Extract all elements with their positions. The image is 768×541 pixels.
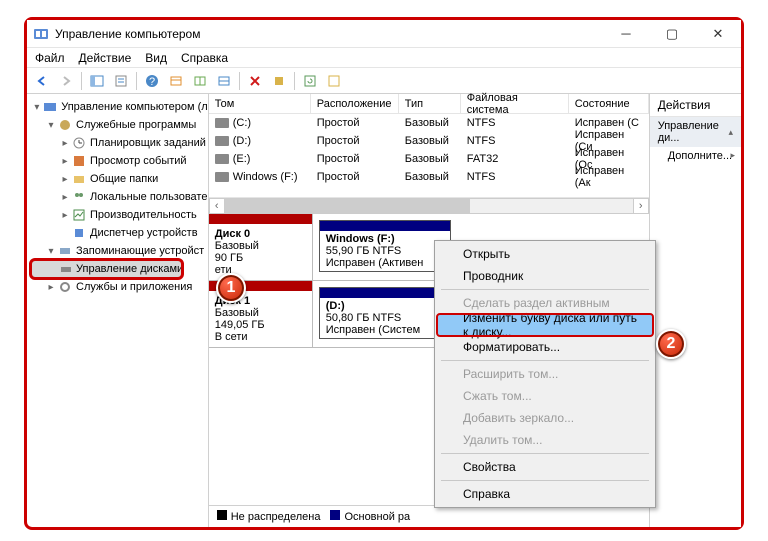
legend-unallocated: Не распределена <box>217 510 321 523</box>
tree-shared-folders[interactable]: ▸Общие папки <box>31 170 208 188</box>
column-layout[interactable]: Расположение <box>311 94 399 113</box>
tree-event-viewer[interactable]: ▸Просмотр событий <box>31 152 208 170</box>
services-icon <box>57 279 73 295</box>
action-button[interactable] <box>268 70 290 92</box>
window-title: Управление компьютером <box>55 27 603 41</box>
annotation-badge-1: 1 <box>216 273 246 303</box>
event-icon <box>71 153 87 169</box>
ctx-extend: Расширить том... <box>437 363 653 385</box>
toolbar: ? <box>27 68 741 94</box>
scroll-thumb[interactable] <box>225 199 470 213</box>
menu-file[interactable]: Файл <box>35 51 65 65</box>
computer-icon <box>43 99 59 115</box>
horizontal-scrollbar[interactable]: ‹ › <box>209 197 649 213</box>
titlebar: Управление компьютером ─ ▢ ✕ <box>27 20 741 48</box>
actions-selection[interactable]: Управление ди... <box>650 117 741 147</box>
properties-button[interactable] <box>110 70 132 92</box>
view-details-button[interactable] <box>189 70 211 92</box>
app-icon <box>33 26 49 42</box>
ctx-change-drive-letter[interactable]: Изменить букву диска или путь к диску... <box>437 314 653 336</box>
context-menu: Открыть Проводник Сделать раздел активны… <box>434 240 656 508</box>
svg-text:?: ? <box>149 76 155 88</box>
tree-local-users[interactable]: ▸Локальные пользовате <box>31 188 208 206</box>
tools-icon <box>57 117 73 133</box>
column-filesystem[interactable]: Файловая система <box>461 94 569 113</box>
menu-action[interactable]: Действие <box>79 51 132 65</box>
ctx-properties[interactable]: Свойства <box>437 456 653 478</box>
maximize-button[interactable]: ▢ <box>649 20 695 48</box>
forward-button[interactable] <box>55 70 77 92</box>
back-button[interactable] <box>31 70 53 92</box>
volume-icon <box>215 136 229 146</box>
tree-system-tools[interactable]: ▾Служебные программы <box>31 116 208 134</box>
actions-header: Действия <box>650 94 741 117</box>
volume-list-header: Том Расположение Тип Файловая система Со… <box>209 94 649 114</box>
menu-view[interactable]: Вид <box>145 51 167 65</box>
tree-task-scheduler[interactable]: ▸Планировщик заданий <box>31 134 208 152</box>
disk-info[interactable]: Диск 0Базовый90 ГБети <box>209 214 313 280</box>
volume-icon <box>215 172 229 182</box>
volume-icon <box>215 118 229 128</box>
legend-primary: Основной ра <box>330 510 410 523</box>
storage-icon <box>57 243 73 259</box>
ctx-shrink: Сжать том... <box>437 385 653 407</box>
partition[interactable]: (D:)50,80 ГБ NTFSИсправен (Систем <box>319 287 451 339</box>
volume-row[interactable]: Windows (F:)ПростойБазовыйNTFSИсправен (… <box>209 168 649 186</box>
users-icon <box>71 189 87 205</box>
volume-icon <box>215 154 229 164</box>
close-button[interactable]: ✕ <box>695 20 741 48</box>
device-icon <box>71 225 87 241</box>
folder-icon <box>71 171 87 187</box>
partition[interactable]: Windows (F:)55,90 ГБ NTFSИсправен (Актив… <box>319 220 451 272</box>
refresh-button[interactable] <box>299 70 321 92</box>
menu-help[interactable]: Справка <box>181 51 228 65</box>
tree-device-manager[interactable]: Диспетчер устройств <box>31 224 208 242</box>
rescan-button[interactable] <box>323 70 345 92</box>
column-volume[interactable]: Том <box>209 94 311 113</box>
annotation-badge-2: 2 <box>656 329 686 359</box>
scroll-track[interactable] <box>225 198 633 214</box>
tree-services[interactable]: ▸Службы и приложения <box>31 278 208 296</box>
actions-more[interactable]: Дополните... <box>650 147 741 165</box>
minimize-button[interactable]: ─ <box>603 20 649 48</box>
tree-root[interactable]: ▾Управление компьютером (л <box>31 98 208 116</box>
clock-icon <box>71 135 87 151</box>
perf-icon <box>71 207 87 223</box>
ctx-explorer[interactable]: Проводник <box>437 265 653 287</box>
tree-performance[interactable]: ▸Производительность <box>31 206 208 224</box>
disk-icon <box>59 261 73 277</box>
ctx-delete: Удалить том... <box>437 429 653 451</box>
menu-bar: Файл Действие Вид Справка <box>27 48 741 68</box>
ctx-format[interactable]: Форматировать... <box>437 336 653 358</box>
tree-storage[interactable]: ▾Запоминающие устройст <box>31 242 208 260</box>
volume-list[interactable]: Том Расположение Тип Файловая система Со… <box>209 94 649 214</box>
actions-pane: Действия Управление ди... Дополните... <box>650 94 741 527</box>
legend: Не распределена Основной ра <box>209 505 649 527</box>
scroll-right-button[interactable]: › <box>633 198 649 214</box>
ctx-open[interactable]: Открыть <box>437 243 653 265</box>
column-type[interactable]: Тип <box>399 94 461 113</box>
tree-disk-management[interactable]: Управление дисками <box>31 260 182 278</box>
help-button[interactable]: ? <box>141 70 163 92</box>
view-graphical-button[interactable] <box>213 70 235 92</box>
ctx-help[interactable]: Справка <box>437 483 653 505</box>
ctx-mirror: Добавить зеркало... <box>437 407 653 429</box>
navigation-tree[interactable]: ▾Управление компьютером (л ▾Служебные пр… <box>27 94 209 527</box>
view-list-button[interactable] <box>165 70 187 92</box>
delete-button[interactable] <box>244 70 266 92</box>
scroll-left-button[interactable]: ‹ <box>209 198 225 214</box>
column-status[interactable]: Состояние <box>569 94 649 113</box>
show-hide-tree-button[interactable] <box>86 70 108 92</box>
